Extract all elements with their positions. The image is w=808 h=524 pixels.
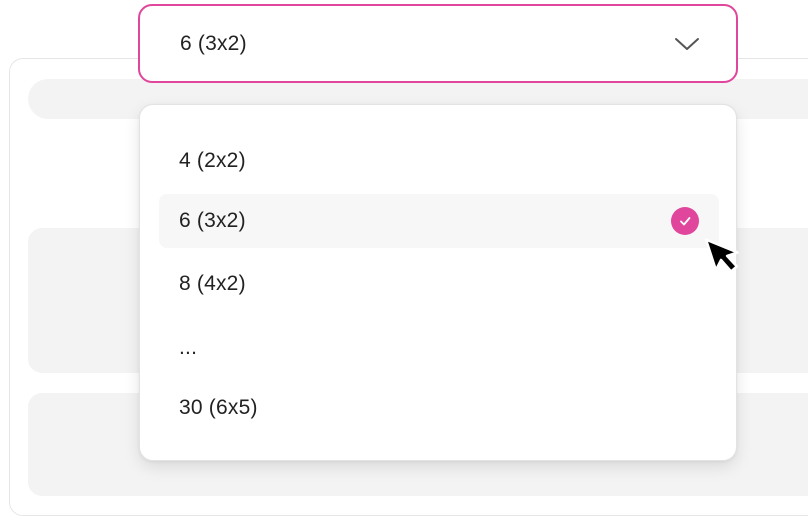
- menu-option[interactable]: 30 (6x5): [159, 381, 719, 435]
- screen: 6 (3x2) 4 (2x2) 6 (3x2) 8 (4x2) ... 30 (…: [0, 0, 808, 524]
- select-current-value: 6 (3x2): [180, 31, 247, 55]
- menu-option[interactable]: 8 (4x2): [159, 257, 719, 311]
- menu-option-label: 30 (6x5): [179, 396, 258, 419]
- menu-option-label: ...: [179, 336, 198, 359]
- menu-option-label: 6 (3x2): [179, 209, 246, 232]
- chevron-down-icon: [675, 37, 699, 50]
- menu-option-label: 8 (4x2): [179, 272, 246, 295]
- check-icon: [671, 207, 699, 235]
- menu-option-selected[interactable]: 6 (3x2): [159, 194, 719, 248]
- menu-option[interactable]: ...: [159, 321, 719, 375]
- menu-option[interactable]: 4 (2x2): [159, 134, 719, 188]
- grid-size-select[interactable]: 6 (3x2): [138, 4, 738, 83]
- dropdown-menu: 4 (2x2) 6 (3x2) 8 (4x2) ... 30 (6x5): [139, 104, 737, 461]
- mouse-pointer-icon: [705, 238, 739, 273]
- menu-option-label: 4 (2x2): [179, 149, 246, 172]
